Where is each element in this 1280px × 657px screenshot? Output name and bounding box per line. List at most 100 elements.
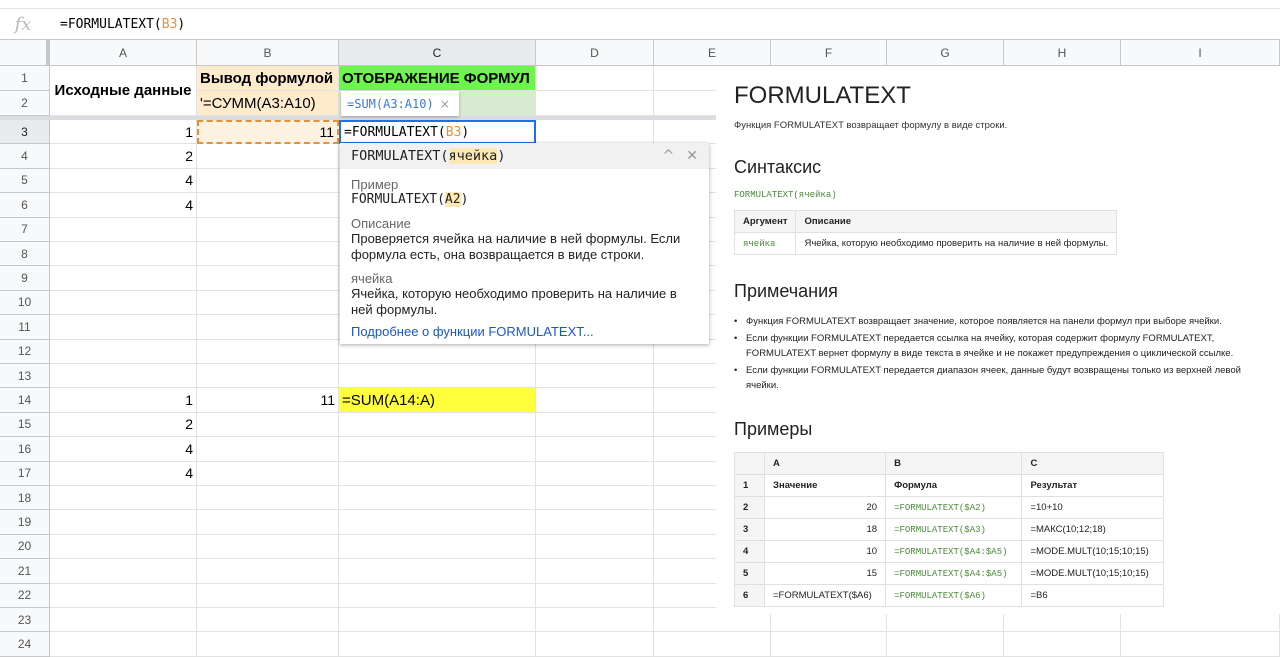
chevron-up-icon[interactable]: ^ [663,148,675,164]
close-icon[interactable]: ✕ [686,148,698,164]
row-header-11[interactable]: 11 [0,315,50,340]
cell-B20[interactable] [197,534,339,560]
row-header-6[interactable]: 6 [0,193,50,218]
row-header-19[interactable]: 19 [0,510,50,535]
cell-E24[interactable] [654,632,771,657]
cell-A5[interactable]: 4 [50,168,197,194]
row-header-15[interactable]: 15 [0,412,50,438]
cell-A12[interactable] [50,339,197,364]
row-header-1[interactable]: 1 [0,66,50,91]
cell-B18[interactable] [197,486,339,511]
cell-A7[interactable] [50,217,197,242]
cell-D20[interactable] [536,534,654,560]
formula-bar[interactable]: fx =FORMULATEXT(B3) [0,9,1280,40]
close-icon[interactable]: × [440,97,450,111]
cell-B12[interactable] [197,339,339,364]
cell-B15[interactable] [197,412,339,438]
cell-C1[interactable]: ОТОБРАЖЕНИЕ ФОРМУЛ [339,66,536,91]
column-header-B[interactable]: B [197,40,339,66]
row-header-8[interactable]: 8 [0,242,50,267]
row-header-3[interactable]: 3 [0,120,50,145]
formula-input[interactable]: =FORMULATEXT(B3) [60,17,185,32]
cell-B21[interactable] [197,559,339,584]
column-header-D[interactable]: D [536,40,654,66]
cell-C24[interactable] [339,632,536,657]
cell-B23[interactable] [197,608,339,633]
row-header-20[interactable]: 20 [0,534,50,560]
cell-A11[interactable] [50,315,197,340]
cell-C14[interactable]: =SUM(A14:A) [339,388,536,413]
cell-D21[interactable] [536,559,654,584]
cell-C18[interactable] [339,486,536,511]
cell-A9[interactable] [50,266,197,291]
row-header-17[interactable]: 17 [0,461,50,486]
cell-B13[interactable] [197,364,339,389]
cell-C13[interactable] [339,364,536,389]
row-header-16[interactable]: 16 [0,437,50,462]
cell-D19[interactable] [536,510,654,535]
cell-C22[interactable] [339,583,536,608]
cell-B11[interactable] [197,315,339,340]
cell-A21[interactable] [50,559,197,584]
row-header-23[interactable]: 23 [0,608,50,633]
cell-A19[interactable] [50,510,197,535]
row-header-14[interactable]: 14 [0,388,50,413]
cell-D17[interactable] [536,461,654,486]
cell-A6[interactable]: 4 [50,193,197,218]
column-header-A[interactable]: A [50,40,197,66]
cell-B9[interactable] [197,266,339,291]
cell-D18[interactable] [536,486,654,511]
cell-C17[interactable] [339,461,536,486]
cell-B4[interactable] [197,144,339,169]
cell-A18[interactable] [50,486,197,511]
cell-A10[interactable] [50,290,197,316]
cell-B16[interactable] [197,437,339,462]
row-header-13[interactable]: 13 [0,364,50,389]
cell-C16[interactable] [339,437,536,462]
cell-D22[interactable] [536,583,654,608]
cell-C20[interactable] [339,534,536,560]
row-header-4[interactable]: 4 [0,144,50,169]
cell-B8[interactable] [197,242,339,267]
cell-B7[interactable] [197,217,339,242]
row-header-18[interactable]: 18 [0,486,50,511]
cell-I24[interactable] [1121,632,1280,657]
cell-B2[interactable]: '=СУММ(A3:A10) [197,91,339,116]
column-header-F[interactable]: F [771,40,887,66]
cell-A17[interactable]: 4 [50,461,197,486]
cell-A13[interactable] [50,364,197,389]
row-header-2[interactable]: 2 [0,91,50,116]
row-header-21[interactable]: 21 [0,559,50,584]
column-header-C[interactable]: C [339,40,536,66]
cell-D23[interactable] [536,608,654,633]
cell-D15[interactable] [536,412,654,438]
cell-A24[interactable] [50,632,197,657]
popup-header[interactable]: FORMULATEXT(ячейка) ^ ✕ [340,143,709,169]
row-header-9[interactable]: 9 [0,266,50,291]
cell-B14[interactable]: 11 [197,388,339,413]
cell-C3[interactable]: =FORMULATEXT(B3) [339,120,536,145]
cell-B5[interactable] [197,168,339,194]
row-header-10[interactable]: 10 [0,290,50,316]
cell-G24[interactable] [887,632,1004,657]
cell-A23[interactable] [50,608,197,633]
row-header-22[interactable]: 22 [0,583,50,608]
cell-B1[interactable]: Вывод формулой [197,66,339,91]
column-header-G[interactable]: G [887,40,1004,66]
cell-B6[interactable] [197,193,339,218]
cell-C15[interactable] [339,412,536,438]
cell-C21[interactable] [339,559,536,584]
cell-D2[interactable] [536,91,654,116]
row-header-12[interactable]: 12 [0,339,50,364]
cell-A1[interactable]: Исходные данные [50,66,197,116]
cell-A4[interactable]: 2 [50,144,197,169]
cell-C19[interactable] [339,510,536,535]
cell-C23[interactable] [339,608,536,633]
column-header-H[interactable]: H [1004,40,1121,66]
cell-A8[interactable] [50,242,197,267]
row-header-24[interactable]: 24 [0,632,50,657]
cell-H24[interactable] [1004,632,1121,657]
column-header-I[interactable]: I [1121,40,1280,66]
row-header-7[interactable]: 7 [0,217,50,242]
cell-A16[interactable]: 4 [50,437,197,462]
